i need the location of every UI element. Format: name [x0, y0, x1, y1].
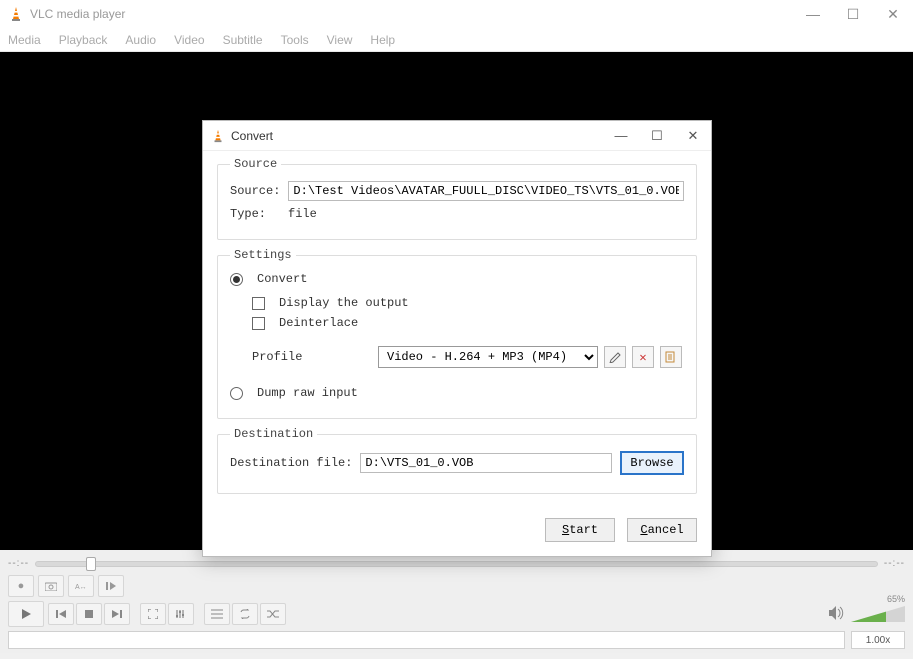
- profile-select[interactable]: Video - H.264 + MP3 (MP4): [378, 346, 598, 368]
- dump-raw-radio[interactable]: [230, 387, 243, 400]
- convert-radio[interactable]: [230, 273, 243, 286]
- ext-settings-button[interactable]: [168, 603, 194, 625]
- menu-media[interactable]: Media: [8, 33, 41, 47]
- next-button[interactable]: [104, 603, 130, 625]
- dialog-maximize-button[interactable]: ☐: [639, 121, 675, 150]
- main-close-button[interactable]: ✕: [873, 0, 913, 28]
- vlc-cone-icon: [211, 129, 225, 143]
- destination-label: Destination file:: [230, 456, 352, 470]
- dialog-title: Convert: [231, 129, 603, 143]
- menu-subtitle[interactable]: Subtitle: [223, 33, 263, 47]
- main-maximize-button[interactable]: ☐: [833, 0, 873, 28]
- source-label: Source:: [230, 184, 280, 198]
- time-total: --:--: [884, 558, 905, 569]
- snapshot-button[interactable]: [38, 575, 64, 597]
- convert-dialog: Convert — ☐ ✕ Source Source: Type: file …: [202, 120, 712, 557]
- display-output-checkbox[interactable]: [252, 297, 265, 310]
- settings-legend: Settings: [230, 248, 296, 262]
- app-title: VLC media player: [30, 7, 793, 21]
- loop-button[interactable]: [232, 603, 258, 625]
- menu-audio[interactable]: Audio: [125, 33, 156, 47]
- menu-tools[interactable]: Tools: [281, 33, 309, 47]
- convert-radio-label: Convert: [257, 272, 307, 286]
- speaker-icon[interactable]: [829, 606, 845, 623]
- dialog-titlebar[interactable]: Convert — ☐ ✕: [203, 121, 711, 151]
- source-input[interactable]: [288, 181, 684, 201]
- delete-profile-button[interactable]: ✕: [632, 346, 654, 368]
- shuffle-button[interactable]: [260, 603, 286, 625]
- settings-group: Settings Convert Display the output Dein…: [217, 248, 697, 419]
- frame-step-button[interactable]: [98, 575, 124, 597]
- seek-slider[interactable]: [35, 561, 878, 567]
- playlist-button[interactable]: [204, 603, 230, 625]
- destination-group: Destination Destination file: Browse: [217, 427, 697, 494]
- browse-button[interactable]: Browse: [620, 451, 684, 475]
- type-value: file: [288, 207, 317, 221]
- display-output-label: Display the output: [279, 296, 409, 310]
- deinterlace-checkbox[interactable]: [252, 317, 265, 330]
- source-legend: Source: [230, 157, 281, 171]
- menu-video[interactable]: Video: [174, 33, 204, 47]
- status-bar: [8, 631, 845, 649]
- dialog-minimize-button[interactable]: —: [603, 121, 639, 150]
- dump-raw-label: Dump raw input: [257, 386, 358, 400]
- volume-percent: 65%: [887, 594, 905, 604]
- new-profile-button[interactable]: [660, 346, 682, 368]
- main-minimize-button[interactable]: —: [793, 0, 833, 28]
- destination-legend: Destination: [230, 427, 317, 441]
- vlc-cone-icon: [8, 6, 24, 22]
- cancel-button[interactable]: Cancel: [627, 518, 697, 542]
- profile-label: Profile: [252, 350, 372, 364]
- menubar: Media Playback Audio Video Subtitle Tool…: [0, 28, 913, 52]
- play-button[interactable]: [8, 601, 44, 627]
- fullscreen-button[interactable]: [140, 603, 166, 625]
- menu-help[interactable]: Help: [370, 33, 395, 47]
- prev-button[interactable]: [48, 603, 74, 625]
- destination-input[interactable]: [360, 453, 612, 473]
- time-elapsed: --:--: [8, 558, 29, 569]
- menu-playback[interactable]: Playback: [59, 33, 108, 47]
- deinterlace-label: Deinterlace: [279, 316, 358, 330]
- main-titlebar: VLC media player — ☐ ✕: [0, 0, 913, 28]
- stop-button[interactable]: [76, 603, 102, 625]
- svg-text:A↔B: A↔B: [75, 584, 87, 591]
- start-button[interactable]: Start: [545, 518, 615, 542]
- dialog-close-button[interactable]: ✕: [675, 121, 711, 150]
- edit-profile-button[interactable]: [604, 346, 626, 368]
- source-group: Source Source: Type: file: [217, 157, 697, 240]
- atob-loop-button[interactable]: A↔B: [68, 575, 94, 597]
- volume-slider[interactable]: 65%: [851, 604, 905, 624]
- menu-view[interactable]: View: [327, 33, 353, 47]
- playback-speed[interactable]: 1.00x: [851, 631, 905, 649]
- record-button[interactable]: ●: [8, 575, 34, 597]
- type-label: Type:: [230, 207, 280, 221]
